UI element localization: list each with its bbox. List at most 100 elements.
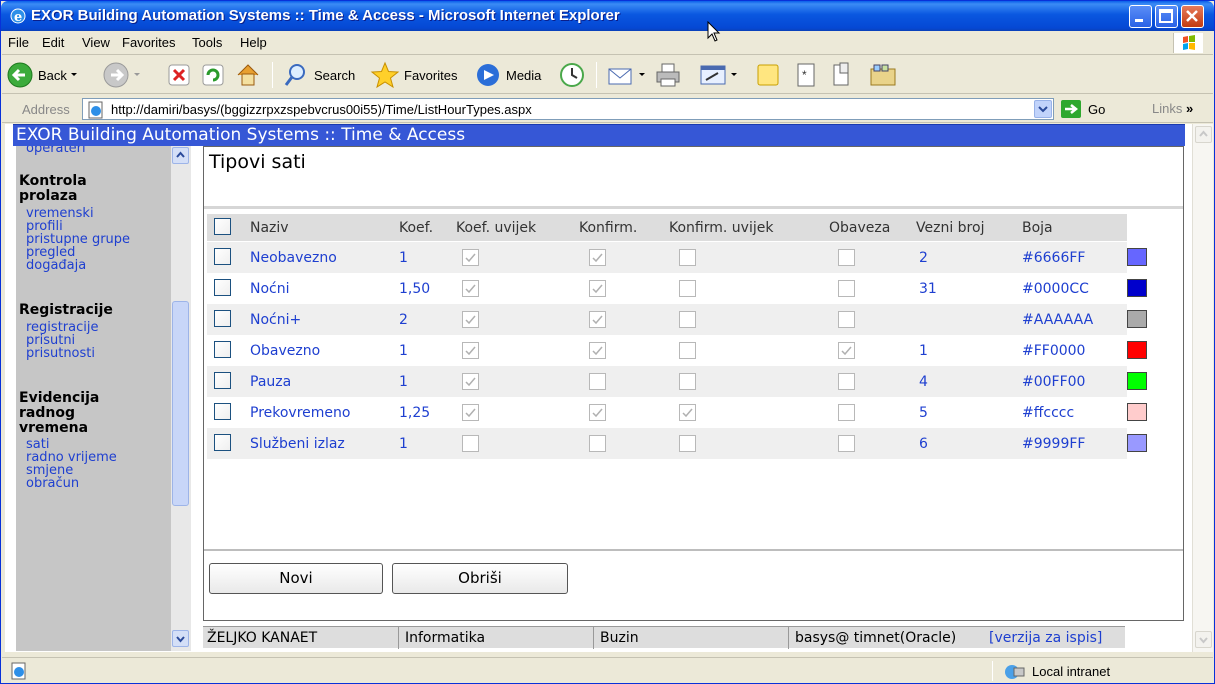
address-bar: Address http://damiri/basys/(bggizzrpxzs… (2, 95, 1213, 123)
location: Buzin (600, 630, 639, 646)
cell-naziv[interactable]: Prekovremeno (250, 405, 350, 421)
column-header: Konfirm. uvijek (669, 220, 774, 236)
media-button[interactable]: Media (474, 60, 541, 90)
minimize-icon (1135, 19, 1143, 22)
row-select-checkbox[interactable] (214, 310, 231, 327)
menu-favorites[interactable]: Favorites (122, 35, 175, 50)
refresh-button[interactable] (200, 60, 226, 90)
chevron-up-icon (1199, 130, 1208, 137)
chevron-down-icon (1199, 637, 1208, 644)
scroll-down-button[interactable] (1195, 631, 1212, 648)
scroll-up-button[interactable] (1195, 126, 1212, 143)
new-button[interactable]: Novi (209, 563, 383, 594)
row-select-checkbox[interactable] (214, 279, 231, 296)
svg-text:*: * (802, 68, 807, 82)
research-button[interactable] (828, 60, 856, 90)
page-title: Tipovi sati (209, 151, 306, 173)
cell-koef: 2 (399, 312, 408, 328)
ie-logo-icon: e (10, 8, 26, 25)
table-row[interactable]: Obavezno 1 1 #FF0000 (207, 335, 1147, 366)
search-icon (284, 64, 305, 86)
go-button[interactable]: Go (1060, 99, 1105, 119)
nav-link[interactable]: obračun (26, 477, 79, 490)
cell-naziv[interactable]: Pauza (250, 374, 291, 390)
cell-boja: #9999FF (1022, 436, 1086, 452)
mail-button[interactable] (606, 60, 648, 90)
table-row[interactable]: Pauza 1 4 #00FF00 (207, 366, 1147, 397)
go-arrow-icon (1061, 100, 1081, 118)
row-select-checkbox[interactable] (214, 372, 231, 389)
select-all-checkbox[interactable] (214, 218, 231, 235)
page-scrollbar[interactable] (1192, 124, 1213, 652)
nav-group-title: Evidencija (19, 390, 100, 406)
address-input[interactable]: http://damiri/basys/(bggizzrpxzspebvcrus… (82, 98, 1054, 120)
row-select-checkbox[interactable] (214, 403, 231, 420)
color-swatch (1127, 310, 1147, 328)
table-row[interactable]: Službeni izlaz 1 6 #9999FF (207, 428, 1147, 459)
window-title: EXOR Building Automation Systems :: Time… (31, 7, 620, 24)
table-row[interactable]: Noćni 1,50 31 #0000CC (207, 273, 1147, 304)
cell-konfirm-uvijek-checkbox (679, 311, 696, 328)
document-icon: * (797, 63, 815, 87)
nav-scrollbar[interactable] (171, 146, 191, 651)
cell-koef-uvijek-checkbox (462, 373, 479, 390)
delete-button[interactable]: Obriši (392, 563, 568, 594)
cell-konfirm-checkbox (589, 342, 606, 359)
history-button[interactable] (558, 60, 586, 90)
column-header: Koef. uvijek (456, 220, 537, 236)
messenger-button[interactable]: * (792, 60, 820, 90)
table-row[interactable]: Neobavezno 1 2 #6666FF (207, 242, 1147, 273)
menu-edit[interactable]: Edit (42, 35, 64, 50)
cell-naziv[interactable]: Neobavezno (250, 250, 337, 266)
nav-link[interactable]: događaja (26, 259, 86, 272)
table-row[interactable]: Prekovremeno 1,25 5 #ffcccc (207, 397, 1147, 428)
stop-button[interactable] (166, 60, 192, 90)
cell-naziv[interactable]: Noćni+ (250, 312, 301, 328)
minimize-button[interactable] (1129, 5, 1152, 28)
cell-naziv[interactable]: Noćni (250, 281, 290, 297)
print-version-link[interactable]: [verzija za ispis] (989, 630, 1102, 646)
tools-extra-button[interactable] (868, 60, 898, 90)
maximize-button[interactable] (1155, 5, 1178, 28)
main-panel: Tipovi sati Naziv Koef. Koef. uvijek Kon… (203, 146, 1184, 621)
security-zone: Local intranet (1002, 661, 1110, 681)
page-done-icon (11, 662, 26, 680)
cell-boja: #AAAAAA (1022, 312, 1094, 328)
title-bar: e EXOR Building Automation Systems :: Ti… (1, 1, 1214, 31)
links-toolbar[interactable]: Links » (1152, 101, 1193, 116)
cell-boja: #ffcccc (1022, 405, 1075, 421)
nav-link-operateri[interactable]: operateri (26, 146, 86, 155)
scroll-thumb[interactable] (172, 301, 189, 506)
edit-button[interactable] (698, 60, 740, 90)
menu-help[interactable]: Help (240, 35, 267, 50)
nav-link[interactable]: prisutnosti (26, 347, 95, 360)
cell-naziv[interactable]: Obavezno (250, 343, 320, 359)
row-select-checkbox[interactable] (214, 434, 231, 451)
close-button[interactable] (1181, 5, 1204, 28)
discuss-button[interactable] (754, 60, 782, 90)
cell-naziv[interactable]: Službeni izlaz (250, 436, 345, 452)
close-icon (1186, 10, 1198, 22)
scroll-down-button[interactable] (172, 630, 189, 647)
svg-text:e: e (14, 10, 22, 25)
left-nav: operateri Kontrola prolaza vremenski pro… (16, 146, 191, 651)
maximize-icon (1159, 9, 1173, 23)
row-select-checkbox[interactable] (214, 341, 231, 358)
table-row[interactable]: Noćni+ 2 #AAAAAA (207, 304, 1147, 335)
home-button[interactable] (234, 60, 262, 90)
address-dropdown[interactable] (1034, 100, 1052, 118)
divider (204, 549, 1183, 551)
menu-view[interactable]: View (82, 35, 110, 50)
menu-tools[interactable]: Tools (192, 35, 222, 50)
scroll-up-button[interactable] (172, 147, 189, 164)
menu-file[interactable]: File (8, 35, 29, 50)
cell-vezni-broj: 2 (919, 250, 928, 266)
forward-button[interactable] (102, 60, 144, 90)
cell-konfirm-uvijek-checkbox (679, 435, 696, 452)
favorites-button[interactable]: Favorites (370, 60, 457, 90)
cell-obaveza-checkbox (838, 404, 855, 421)
print-button[interactable] (654, 60, 682, 90)
search-button[interactable]: Search (282, 60, 355, 90)
row-select-checkbox[interactable] (214, 248, 231, 265)
back-button[interactable]: Back (6, 60, 81, 90)
